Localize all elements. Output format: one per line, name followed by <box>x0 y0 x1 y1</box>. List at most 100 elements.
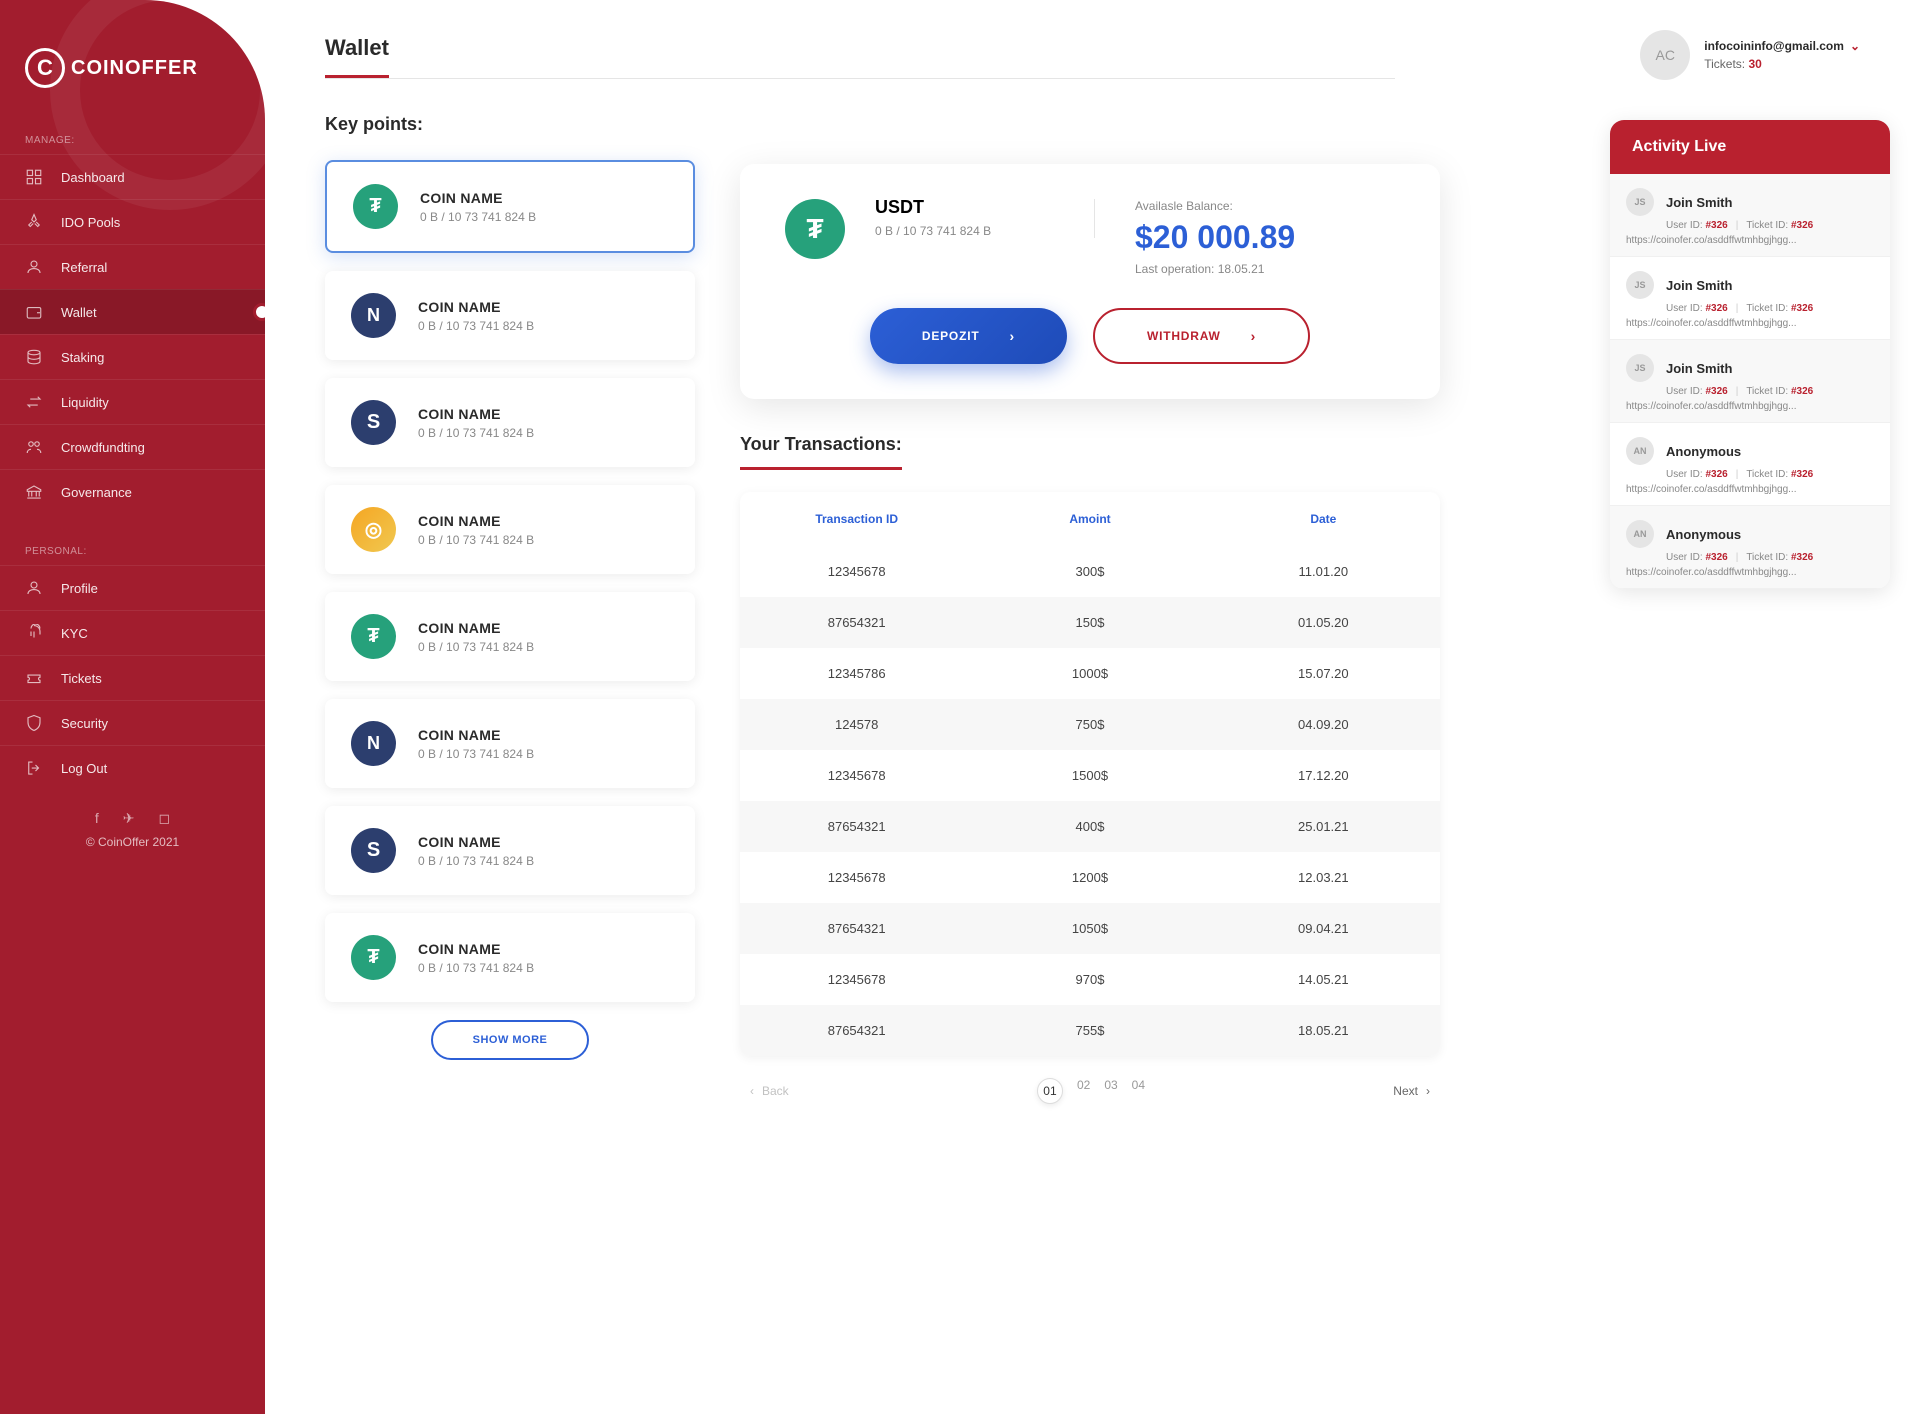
activity-name: Join Smith <box>1666 361 1732 376</box>
table-row[interactable]: 124578750$04.09.20 <box>740 699 1440 750</box>
facebook-icon[interactable]: f <box>95 810 99 827</box>
coin-name: COIN NAME <box>418 299 534 315</box>
swap-icon <box>25 393 43 411</box>
sidebar-item-label: Dashboard <box>61 170 125 185</box>
shield-icon <box>25 714 43 732</box>
chevron-right-icon: › <box>1426 1084 1430 1098</box>
tx-date: 18.05.21 <box>1207 1023 1440 1038</box>
deposit-button[interactable]: DEPOZIT› <box>870 308 1067 364</box>
page-02[interactable]: 02 <box>1077 1078 1090 1104</box>
activity-name: Join Smith <box>1666 278 1732 293</box>
activity-name: Anonymous <box>1666 444 1741 459</box>
activity-item[interactable]: JSJoin Smith User ID: #326|Ticket ID: #3… <box>1610 340 1890 423</box>
finger-icon <box>25 624 43 642</box>
coin-card[interactable]: NCOIN NAME0 B / 10 73 741 824 B <box>325 271 695 360</box>
telegram-icon[interactable]: ✈ <box>123 810 135 827</box>
table-row[interactable]: 87654321150$01.05.20 <box>740 597 1440 648</box>
activity-item[interactable]: ANAnonymous User ID: #326|Ticket ID: #32… <box>1610 506 1890 589</box>
stack-icon <box>25 348 43 366</box>
activity-meta: User ID: #326|Ticket ID: #326 <box>1666 469 1874 480</box>
back-button[interactable]: ‹Back <box>750 1084 789 1098</box>
sidebar-item-crowdfundting[interactable]: Crowdfundting <box>0 424 265 469</box>
coin-card[interactable]: ₮COIN NAME0 B / 10 73 741 824 B <box>325 592 695 681</box>
coin-name: COIN NAME <box>418 513 534 529</box>
coin-sub: 0 B / 10 73 741 824 B <box>418 640 534 654</box>
tx-date: 01.05.20 <box>1207 615 1440 630</box>
activity-link: https://coinofer.co/asddffwtmhbgjhgg... <box>1626 235 1874 246</box>
page-03[interactable]: 03 <box>1104 1078 1117 1104</box>
sidebar-item-dashboard[interactable]: Dashboard <box>0 154 265 199</box>
coin-name: COIN NAME <box>420 190 536 206</box>
usdt-icon: ₮ <box>785 199 845 259</box>
activity-link: https://coinofer.co/asddffwtmhbgjhgg... <box>1626 318 1874 329</box>
table-row[interactable]: 123456781500$17.12.20 <box>740 750 1440 801</box>
tx-amount: 1000$ <box>973 666 1206 681</box>
copyright: © CoinOffer 2021 <box>0 835 265 869</box>
col-amount[interactable]: Amoint <box>973 512 1206 526</box>
withdraw-button[interactable]: WITHDRAW› <box>1093 308 1310 364</box>
table-row[interactable]: 123456781200$12.03.21 <box>740 852 1440 903</box>
table-row[interactable]: 12345678970$14.05.21 <box>740 954 1440 1005</box>
coin-card[interactable]: ◎COIN NAME0 B / 10 73 741 824 B <box>325 485 695 574</box>
page-01[interactable]: 01 <box>1037 1078 1063 1104</box>
col-date[interactable]: Date <box>1207 512 1440 526</box>
sidebar-item-profile[interactable]: Profile <box>0 565 265 610</box>
chevron-right-icon: › <box>1251 328 1256 344</box>
sidebar-item-wallet[interactable]: Wallet <box>0 289 265 334</box>
coin-icon: N <box>351 293 396 338</box>
activity-item[interactable]: AN Anonymous User ID: #326|Ticket ID: #32… <box>1610 423 1890 506</box>
sidebar-item-liquidity[interactable]: Liquidity <box>0 379 265 424</box>
table-row[interactable]: 123457861000$15.07.20 <box>740 648 1440 699</box>
tx-id: 87654321 <box>740 921 973 936</box>
show-more-button[interactable]: SHOW MORE <box>431 1020 590 1060</box>
tx-id: 87654321 <box>740 615 973 630</box>
activity-meta: User ID: #326|Ticket ID: #326 <box>1666 220 1874 231</box>
tx-date: 09.04.21 <box>1207 921 1440 936</box>
sidebar-item-log-out[interactable]: Log Out <box>0 745 265 790</box>
coin-card[interactable]: ₮COIN NAME0 B / 10 73 741 824 B <box>325 913 695 1002</box>
activity-name: Anonymous <box>1666 527 1741 542</box>
balance-card: ₮ USDT 0 B / 10 73 741 824 B Availasle B… <box>740 164 1440 399</box>
coin-card[interactable]: SCOIN NAME0 B / 10 73 741 824 B <box>325 378 695 467</box>
instagram-icon[interactable]: ◻ <box>159 810 171 827</box>
coin-card[interactable]: ₮COIN NAME0 B / 10 73 741 824 B <box>325 160 695 253</box>
logo[interactable]: C COINOFFER <box>0 0 265 123</box>
coin-card[interactable]: NCOIN NAME0 B / 10 73 741 824 B <box>325 699 695 788</box>
activity-name: Join Smith <box>1666 195 1732 210</box>
bank-icon <box>25 483 43 501</box>
sidebar-item-security[interactable]: Security <box>0 700 265 745</box>
sidebar-item-staking[interactable]: Staking <box>0 334 265 379</box>
table-row[interactable]: 876543211050$09.04.21 <box>740 903 1440 954</box>
available-balance-label: Availasle Balance: <box>1135 199 1395 213</box>
social-links: f ✈ ◻ <box>0 790 265 835</box>
activity-item[interactable]: JSJoin Smith User ID: #326|Ticket ID: #3… <box>1610 257 1890 340</box>
coin-card[interactable]: SCOIN NAME0 B / 10 73 741 824 B <box>325 806 695 895</box>
activity-avatar: AN <box>1626 437 1654 465</box>
coin-icon: N <box>351 721 396 766</box>
table-row[interactable]: 87654321400$25.01.21 <box>740 801 1440 852</box>
sidebar-item-label: Referral <box>61 260 107 275</box>
tx-date: 15.07.20 <box>1207 666 1440 681</box>
sidebar-item-kyc[interactable]: KYC <box>0 610 265 655</box>
sidebar-item-governance[interactable]: Governance <box>0 469 265 514</box>
activity-avatar: JS <box>1626 271 1654 299</box>
sidebar-item-label: Wallet <box>61 305 97 320</box>
activity-item[interactable]: JSJoin Smith User ID: #326|Ticket ID: #3… <box>1610 174 1890 257</box>
col-transaction-id[interactable]: Transaction ID <box>740 512 973 526</box>
coin-sub: 0 B / 10 73 741 824 B <box>420 210 536 224</box>
coin-icon: S <box>351 400 396 445</box>
tx-id: 12345678 <box>740 972 973 987</box>
sidebar-item-referral[interactable]: Referral <box>0 244 265 289</box>
page-04[interactable]: 04 <box>1132 1078 1145 1104</box>
sidebar-item-label: Staking <box>61 350 104 365</box>
table-row[interactable]: 87654321755$18.05.21 <box>740 1005 1440 1056</box>
activity-avatar: JS <box>1626 354 1654 382</box>
tx-amount: 970$ <box>973 972 1206 987</box>
next-button[interactable]: Next› <box>1393 1084 1430 1098</box>
tx-amount: 1050$ <box>973 921 1206 936</box>
sidebar-item-tickets[interactable]: Tickets <box>0 655 265 700</box>
user-menu[interactable]: AC infocoininfo@gmail.com⌄ Tickets: 30 <box>1640 30 1860 80</box>
sidebar-item-ido-pools[interactable]: IDO Pools <box>0 199 265 244</box>
table-row[interactable]: 12345678300$11.01.20 <box>740 546 1440 597</box>
tx-amount: 755$ <box>973 1023 1206 1038</box>
